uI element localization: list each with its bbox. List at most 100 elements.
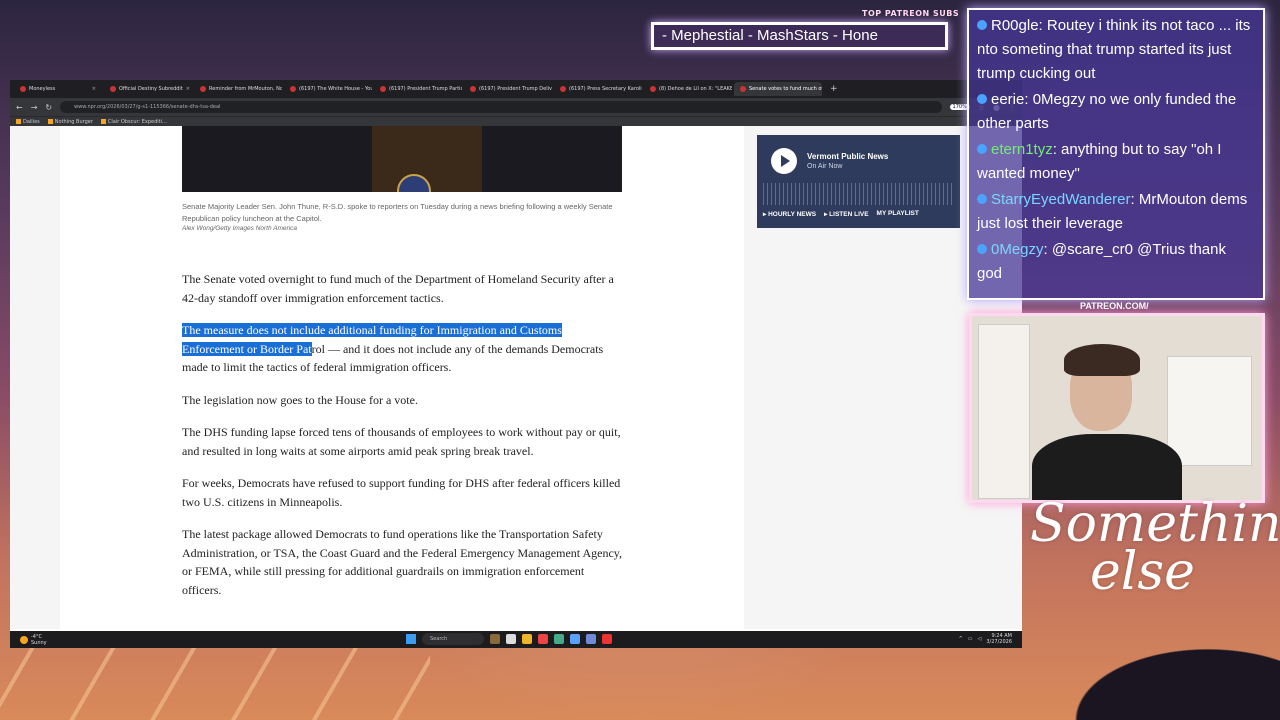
chat-message: R00gle: Routey i think its not taco ... … xyxy=(977,14,1255,86)
tab-favicon-icon xyxy=(110,86,116,92)
browser-app-icon[interactable] xyxy=(538,634,548,644)
url-field[interactable]: www.npr.org/2026/03/27/g-s1-115366/senat… xyxy=(60,101,942,113)
chat-message: eerie: 0Megzy no we only funded the othe… xyxy=(977,88,1255,136)
taskbar-center: Search xyxy=(406,633,612,645)
browser-tab[interactable]: (6197) President Trump Partici× xyxy=(374,82,462,96)
sun-icon xyxy=(20,636,28,644)
bookmark-item[interactable]: Dailies xyxy=(16,118,40,125)
bookmark-item[interactable]: Clair Obscur: Expediti... xyxy=(100,118,167,125)
clock-date: 3/27/2026 xyxy=(986,639,1012,645)
tab-label: (6197) President Trump Deliver xyxy=(479,86,552,92)
chat-badge-icon xyxy=(977,20,987,30)
task-view-icon[interactable] xyxy=(506,634,516,644)
windows-taskbar: -4°C Sunny Search ^ ▭ ◁ 9:24 AM 3/27/202… xyxy=(10,631,1022,648)
browser-tab[interactable]: Senate votes to fund much of× xyxy=(734,82,822,96)
chat-username: eerie xyxy=(991,91,1025,108)
tab-label: Moneyless xyxy=(29,86,56,92)
chat-username: R00gle xyxy=(991,17,1039,34)
browser-tab[interactable]: (6197) Press Secretary Karoline× xyxy=(554,82,642,96)
paragraph-2: The measure does not include additional … xyxy=(182,321,622,377)
tab-favicon-icon xyxy=(650,86,656,92)
spotify-icon[interactable] xyxy=(554,634,564,644)
forward-icon[interactable]: → xyxy=(31,103,38,112)
article-photo xyxy=(182,126,622,192)
photo-credit: Alex Wong/Getty Images North America xyxy=(182,225,297,232)
background-door xyxy=(978,324,1030,499)
chat-message: etern1tyz: anything but to say "oh I wan… xyxy=(977,138,1255,186)
discord-icon[interactable] xyxy=(586,634,596,644)
new-tab-button[interactable]: + xyxy=(824,84,844,94)
weather-desc: Sunny xyxy=(31,640,47,646)
radio-link[interactable]: ▸ LISTEN LIVE xyxy=(824,210,868,218)
browser-tab[interactable]: Reminder from MrMouton, No× xyxy=(194,82,282,96)
network-icon[interactable]: ▭ xyxy=(968,636,973,642)
paragraph-5: For weeks, Democrats have refused to sup… xyxy=(182,476,621,509)
tab-favicon-icon xyxy=(380,86,386,92)
paragraph-6: The latest package allowed Democrats to … xyxy=(182,527,623,597)
tab-favicon-icon xyxy=(20,86,26,92)
browser-tab[interactable]: (6197) President Trump Deliver× xyxy=(464,82,552,96)
radio-player-widget: Vermont Public News On Air Now ▸ HOURLY … xyxy=(757,135,960,228)
browser-tab[interactable]: (8) Dehoe de Lil on X: "LEAKE× xyxy=(644,82,732,96)
tab-close-icon[interactable]: × xyxy=(92,82,96,96)
weather-widget[interactable]: -4°C Sunny xyxy=(20,634,47,646)
tab-label: (6197) President Trump Partici xyxy=(389,86,462,92)
chat-badge-icon xyxy=(977,94,987,104)
radio-link[interactable]: ▸ HOURLY NEWS xyxy=(763,210,816,218)
radio-links: ▸ HOURLY NEWS ▸ LISTEN LIVE MY PLAYLIST xyxy=(763,210,919,218)
tab-label: Official Destiny Subreddit xyxy=(119,86,183,92)
radio-link[interactable]: MY PLAYLIST xyxy=(877,210,919,218)
waveform-graphic xyxy=(763,183,953,205)
paragraph-1: The Senate voted overnight to fund much … xyxy=(182,272,614,305)
tab-favicon-icon xyxy=(290,86,296,92)
play-icon[interactable] xyxy=(771,148,797,174)
streamer-hair xyxy=(1064,344,1140,376)
article-body: The Senate voted overnight to fund much … xyxy=(182,270,622,613)
steam-icon[interactable] xyxy=(570,634,580,644)
clock[interactable]: 9:24 AM 3/27/2026 xyxy=(986,633,1012,645)
browser-tab[interactable]: Official Destiny Subreddit × xyxy=(104,82,192,96)
taskbar-search[interactable]: Search xyxy=(422,633,484,645)
paragraph-4: The DHS funding lapse forced tens of tho… xyxy=(182,425,621,458)
tray-chevron-icon[interactable]: ^ xyxy=(959,636,963,642)
tab-label: Reminder from MrMouton, No xyxy=(209,86,282,92)
widgets-app-icon[interactable] xyxy=(490,634,500,644)
ground-cracks-decoration xyxy=(0,640,430,720)
chat-badge-icon xyxy=(977,244,987,254)
tab-favicon-icon xyxy=(470,86,476,92)
browser-window: Moneyless × Official Destiny Subreddit × Rem… xyxy=(10,80,1022,648)
system-tray: ^ ▭ ◁ 9:24 AM 3/27/2026 xyxy=(959,633,1012,645)
bookmark-item[interactable]: Nothing Burger xyxy=(47,118,93,125)
bookmark-label: Nothing Burger xyxy=(54,118,93,125)
patreon-url-label: PATREON.COM/ xyxy=(1080,301,1149,311)
paragraph-3: The legislation now goes to the House fo… xyxy=(182,392,418,407)
back-icon[interactable]: ← xyxy=(16,103,23,112)
bookmark-icon xyxy=(100,118,106,124)
chat-username: etern1tyz xyxy=(991,141,1053,158)
tab-favicon-icon xyxy=(560,86,566,92)
on-air-status: On Air Now xyxy=(807,163,843,170)
address-bar-row: ← → ↻ www.npr.org/2026/03/27/g-s1-115366… xyxy=(10,98,1022,116)
volume-icon[interactable]: ◁ xyxy=(978,636,982,642)
bookmark-label: Clair Obscur: Expediti... xyxy=(107,118,167,125)
streamer-body xyxy=(1032,434,1182,500)
tab-close-icon[interactable]: × xyxy=(186,82,190,96)
top-patreon-subs-label: TOP PATREON SUBS xyxy=(862,9,960,18)
reload-icon[interactable]: ↻ xyxy=(45,103,52,112)
brand-logo-script: Something else xyxy=(1030,498,1280,598)
chat-username: 0Megzy xyxy=(991,241,1044,258)
tab-favicon-icon xyxy=(200,86,206,92)
bookmark-icon xyxy=(47,118,53,124)
tab-label: (8) Dehoe de Lil on X: "LEAKE xyxy=(659,86,732,92)
article-column: Senate Majority Leader Sen. John Thune, … xyxy=(60,126,744,629)
bookmark-label: Dailies xyxy=(23,118,40,125)
windows-start-icon[interactable] xyxy=(406,634,416,644)
browser-tab[interactable]: (6197) The White House - You× xyxy=(284,82,372,96)
webcam-feed xyxy=(969,313,1265,503)
file-explorer-icon[interactable] xyxy=(522,634,532,644)
bookmark-icon xyxy=(16,118,21,124)
obs-icon[interactable] xyxy=(602,634,612,644)
browser-tab[interactable]: Moneyless × xyxy=(14,82,102,96)
chat-message: StarryEyedWanderer: MrMouton dems just l… xyxy=(977,188,1255,236)
patreon-ticker: - Mephestial - MashStars - Hone xyxy=(651,22,948,50)
